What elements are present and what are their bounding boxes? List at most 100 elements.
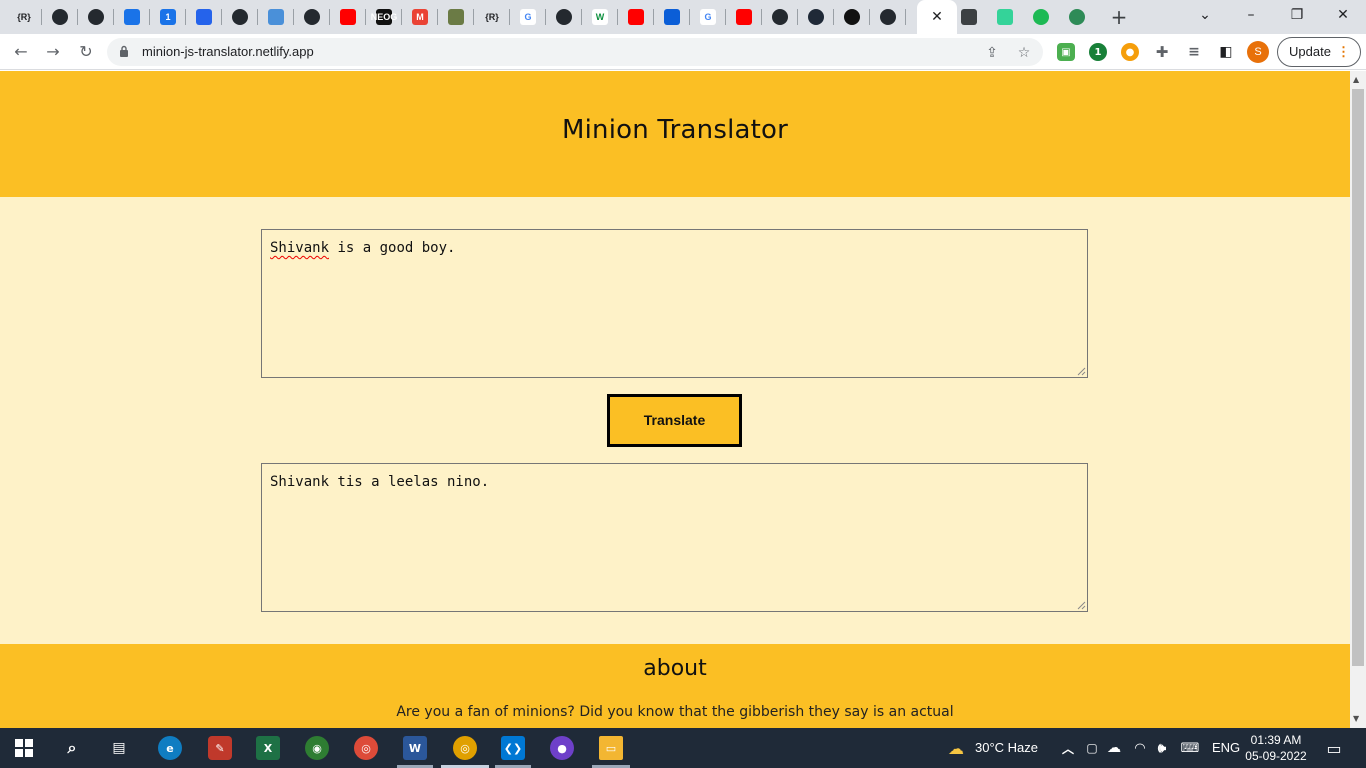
lock-icon[interactable]: [119, 45, 129, 57]
browser-tab[interactable]: [78, 0, 114, 34]
resize-grip-icon[interactable]: [1077, 367, 1086, 376]
update-label: Update: [1289, 44, 1331, 59]
browser-tab[interactable]: [1023, 0, 1059, 34]
notifications-icon[interactable]: ▭: [1322, 736, 1346, 760]
browser-tab[interactable]: [294, 0, 330, 34]
scroll-up-icon[interactable]: ▲: [1353, 75, 1359, 84]
clock-date: 05-09-2022: [1245, 749, 1307, 763]
browser-tab[interactable]: {R}: [6, 0, 42, 34]
browser-tab[interactable]: [987, 0, 1023, 34]
octopus-icon: [844, 9, 860, 25]
extension-globe-icon[interactable]: ●: [1121, 43, 1139, 61]
browser-tab[interactable]: [654, 0, 690, 34]
extension-badge-icon[interactable]: 1: [1089, 43, 1107, 61]
reload-button[interactable]: ↻: [73, 40, 99, 64]
weather-text[interactable]: 30°C Haze: [975, 728, 1038, 768]
browser-tab[interactable]: [1059, 0, 1095, 34]
chrome-canary-icon[interactable]: ◎: [453, 736, 477, 760]
bookmark-star-icon[interactable]: ☆: [1015, 44, 1033, 62]
share-icon[interactable]: ⇪: [983, 44, 1001, 62]
update-button[interactable]: Update ⋮: [1277, 37, 1361, 67]
r-bracket-icon: {R}: [16, 9, 32, 25]
chrome-icon[interactable]: ◎: [354, 736, 378, 760]
github-icon: [304, 9, 320, 25]
github-desktop-icon[interactable]: ●: [550, 736, 574, 760]
profile-avatar[interactable]: S: [1247, 41, 1269, 63]
clock-time: 01:39 AM: [1250, 733, 1302, 747]
url-text: minion-js-translator.netlify.app: [142, 44, 314, 59]
tab-separator: [905, 9, 906, 25]
input-textarea[interactable]: Shivank is a good boy.: [261, 229, 1088, 378]
circle-dark-icon: [808, 9, 824, 25]
browser-tab[interactable]: [546, 0, 582, 34]
browser-tab[interactable]: [870, 0, 906, 34]
edge-icon[interactable]: e: [158, 736, 182, 760]
side-panel-icon[interactable]: ◧: [1217, 43, 1235, 61]
keyboard-icon[interactable]: ⌨: [1178, 736, 1202, 760]
extension-save-icon[interactable]: ▣: [1057, 43, 1075, 61]
address-bar[interactable]: minion-js-translator.netlify.app ⇪ ☆: [107, 38, 1043, 66]
wifi-icon[interactable]: ◠: [1128, 736, 1152, 760]
browser-tab[interactable]: {R}: [474, 0, 510, 34]
vscode-icon[interactable]: ❮❯: [501, 736, 525, 760]
browser-tab[interactable]: [258, 0, 294, 34]
browser-tab[interactable]: [762, 0, 798, 34]
browser-tab[interactable]: [222, 0, 258, 34]
browser-tab[interactable]: [114, 0, 150, 34]
page-scrollbar[interactable]: ▲ ▼: [1350, 71, 1366, 728]
tab-search-icon[interactable]: ⌄: [1182, 0, 1228, 30]
close-window-button[interactable]: ✕: [1320, 0, 1366, 30]
scrollbar-thumb[interactable]: [1352, 89, 1364, 666]
onedrive-icon[interactable]: ☁: [1102, 736, 1126, 760]
browser-tab[interactable]: W: [582, 0, 618, 34]
image-icon: [448, 9, 464, 25]
close-tab-icon[interactable]: ✕: [931, 9, 943, 25]
scroll-down-icon[interactable]: ▼: [1353, 714, 1359, 723]
minimize-button[interactable]: –: [1228, 0, 1274, 30]
clock[interactable]: 01:39 AM 05-09-2022: [1243, 732, 1309, 764]
browser-tab[interactable]: NEOG: [366, 0, 402, 34]
browser-tab[interactable]: [951, 0, 987, 34]
volume-icon[interactable]: 🕪: [1150, 736, 1174, 760]
browser-tab[interactable]: [438, 0, 474, 34]
excel-icon[interactable]: X: [256, 736, 280, 760]
file-explorer-icon[interactable]: ▭: [599, 736, 623, 760]
extensions-puzzle-icon[interactable]: ✚: [1153, 43, 1171, 61]
neog-icon: NEOG: [371, 9, 397, 25]
meet-icon[interactable]: ▢: [1080, 736, 1104, 760]
browser-tab[interactable]: G: [510, 0, 546, 34]
windows-taskbar: ⌕ ▤ e ✎ X ◉ ◎ W ◎ ❮❯ ● ▭ ☁ 30°C Haze ︿ ▢…: [0, 728, 1366, 768]
browser-tab[interactable]: [726, 0, 762, 34]
browser-tab[interactable]: [42, 0, 78, 34]
browser-tab[interactable]: M: [402, 0, 438, 34]
browser-tab[interactable]: [618, 0, 654, 34]
browser-tab[interactable]: [798, 0, 834, 34]
gmail-badge-icon: 1: [160, 9, 176, 25]
new-tab-button[interactable]: +: [1106, 5, 1132, 29]
language-indicator[interactable]: ENG: [1212, 728, 1240, 768]
media-control-icon[interactable]: ≡: [1185, 43, 1203, 61]
translate-button[interactable]: Translate: [607, 394, 742, 447]
browser-tab[interactable]: 1: [150, 0, 186, 34]
windows-start-icon[interactable]: [12, 736, 36, 760]
globe-app-icon[interactable]: ◉: [305, 736, 329, 760]
diamond-icon: [196, 9, 212, 25]
search-icon[interactable]: ⌕: [60, 736, 84, 760]
browser-tab[interactable]: [834, 0, 870, 34]
browser-tab[interactable]: G: [690, 0, 726, 34]
globe-icon: [1069, 9, 1085, 25]
task-view-icon[interactable]: ▤: [107, 736, 131, 760]
back-button[interactable]: ←: [8, 40, 34, 64]
power-icon: [124, 9, 140, 25]
output-textarea[interactable]: Shivank tis a leelas nino.: [261, 463, 1088, 612]
youtube-icon: [736, 9, 752, 25]
tray-chevron-icon[interactable]: ︿: [1056, 736, 1080, 760]
forward-button[interactable]: →: [40, 40, 66, 64]
app-ruler-icon[interactable]: ✎: [208, 736, 232, 760]
word-icon[interactable]: W: [403, 736, 427, 760]
resize-grip-icon[interactable]: [1077, 601, 1086, 610]
browser-tab[interactable]: [186, 0, 222, 34]
restore-button[interactable]: ❐: [1274, 0, 1320, 30]
weather-icon[interactable]: ☁: [944, 736, 968, 760]
browser-tab[interactable]: [330, 0, 366, 34]
